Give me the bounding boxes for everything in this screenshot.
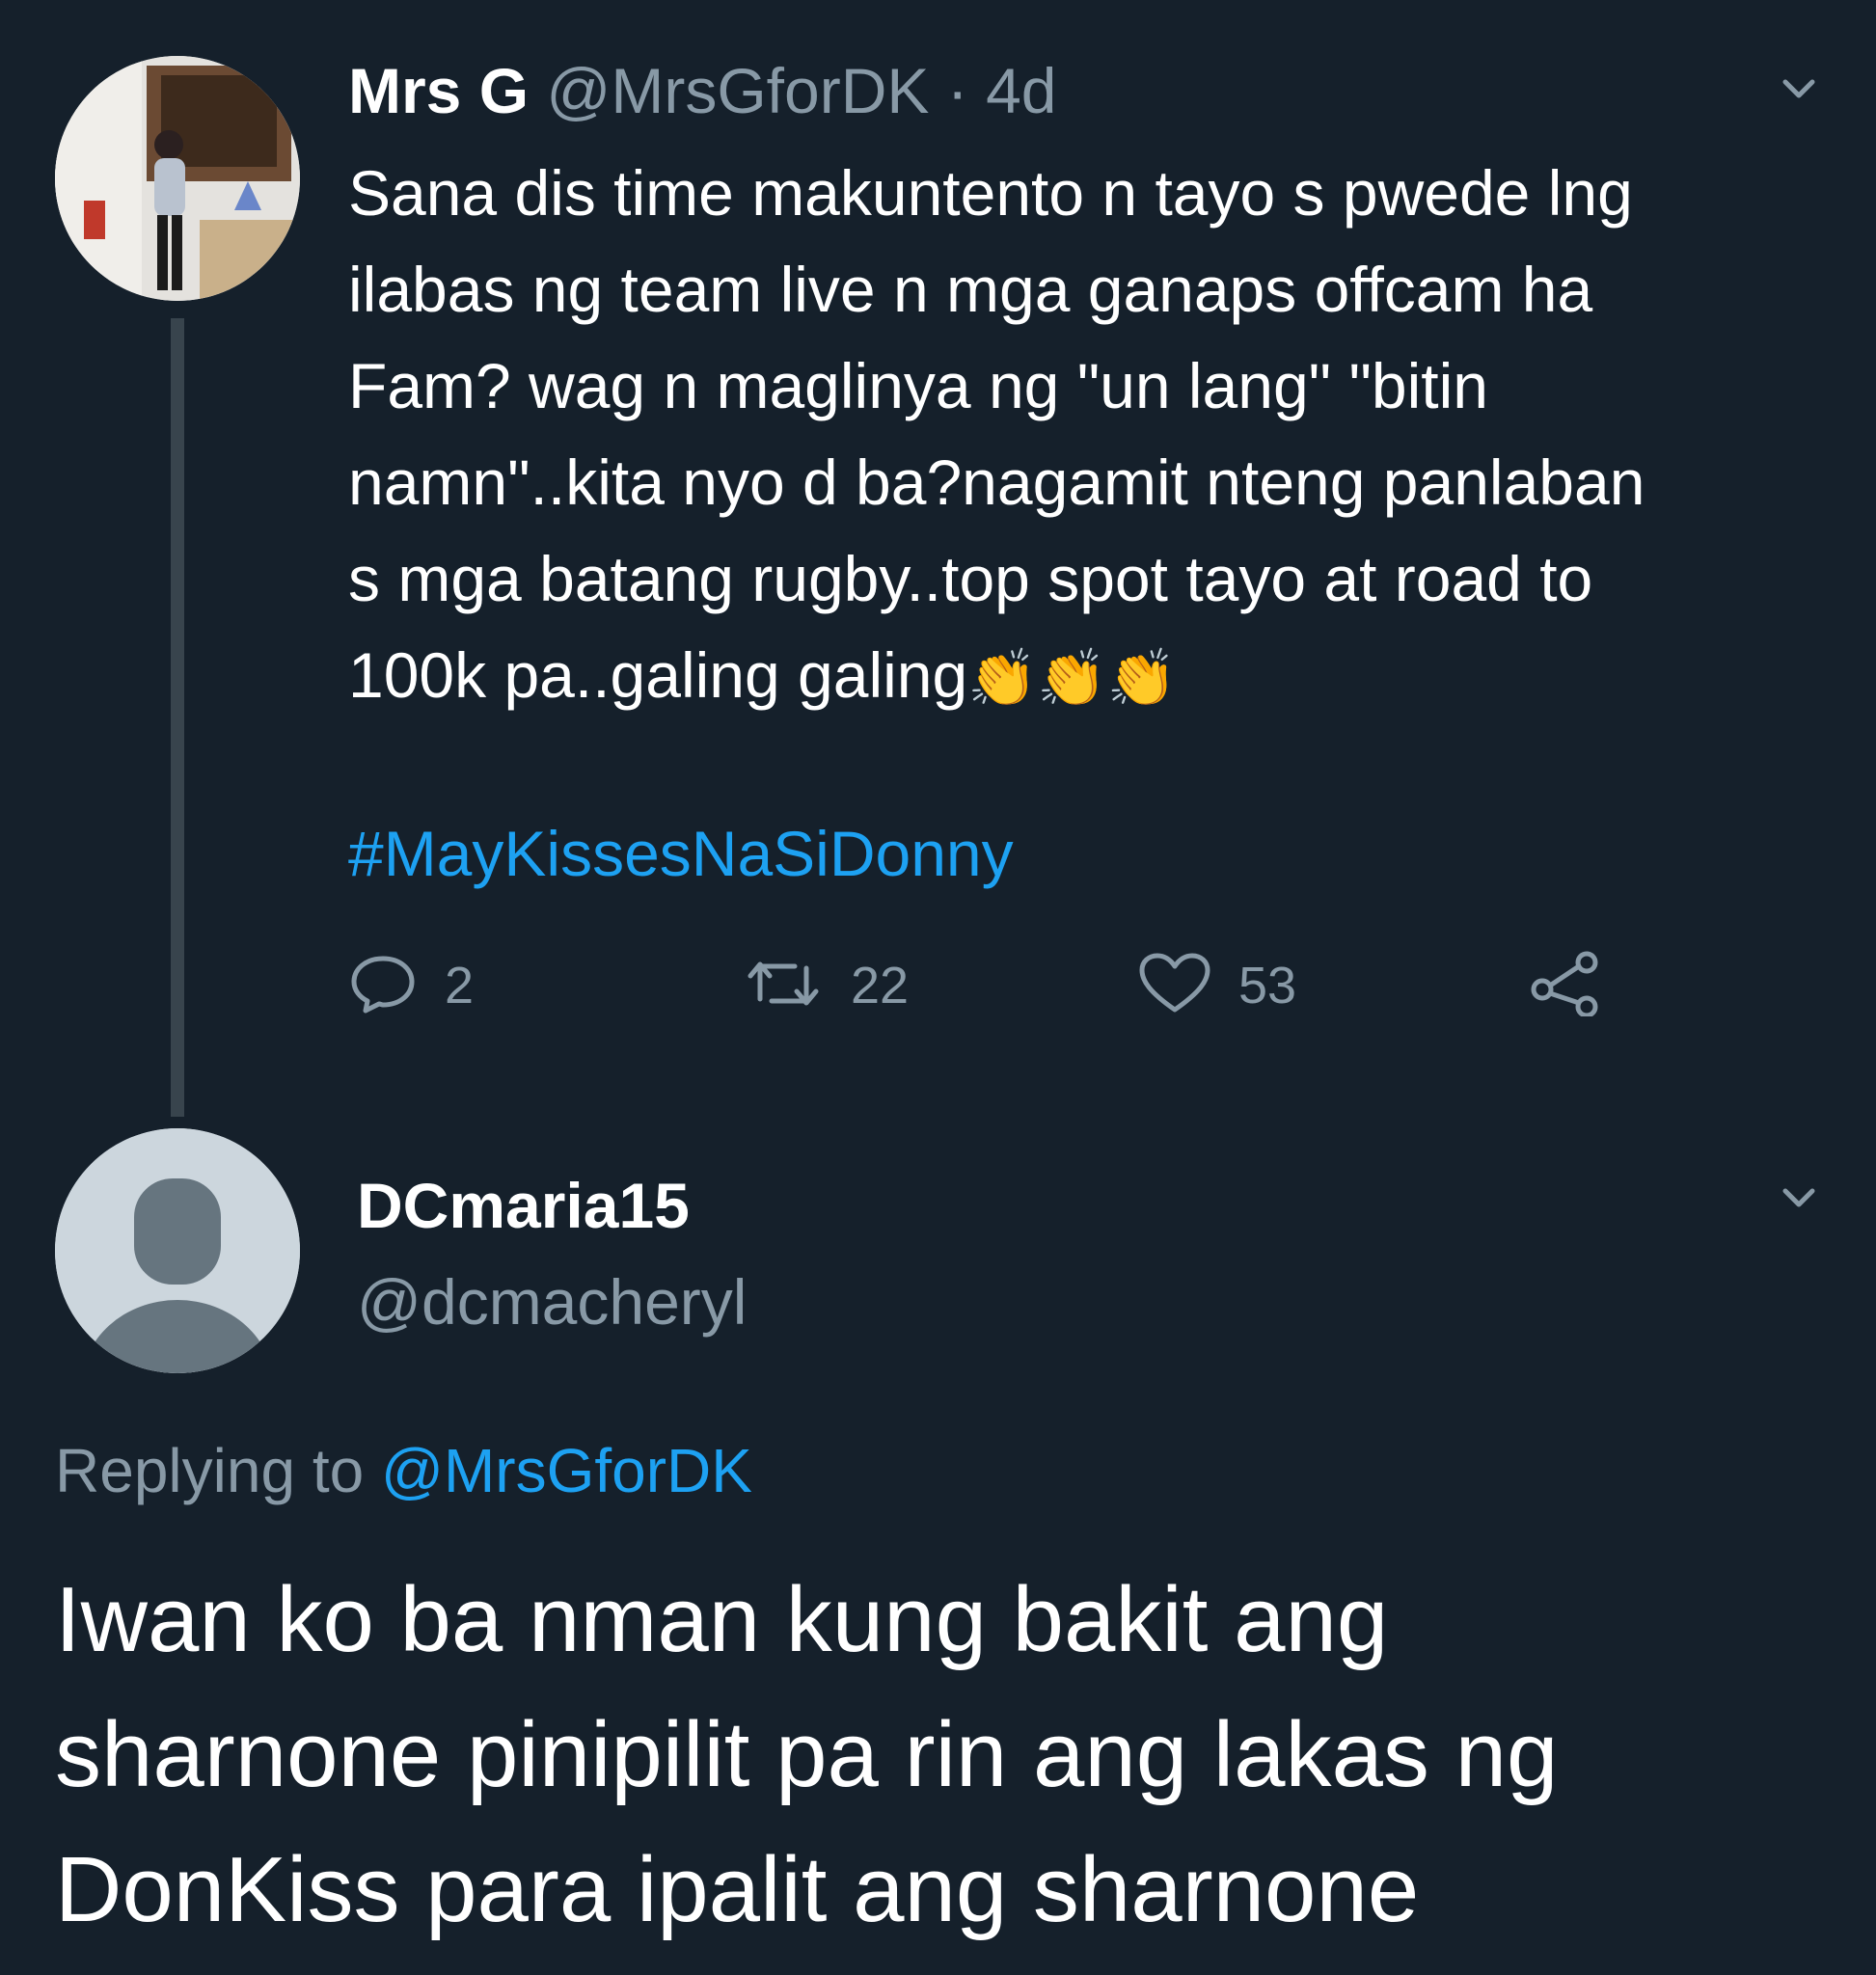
tweet-text-line: 100k pa..galing galing [348, 639, 968, 711]
author-name[interactable]: Mrs G [348, 55, 529, 126]
chevron-down-icon[interactable] [1780, 1178, 1818, 1217]
heart-icon [1138, 952, 1211, 1020]
retweet-button[interactable]: 22 [743, 955, 909, 1016]
tweet-header: Mrs G @MrsGforDK · 4d [348, 52, 1056, 129]
reply-text-line: DonKiss para ipalit ang sharnone [55, 1838, 1420, 1941]
share-button[interactable] [1529, 951, 1602, 1017]
hashtag-link[interactable]: #MayKissesNaSiDonny [348, 805, 1014, 902]
tweet-text-line: Fam? wag n maglinya ng "un lang" "bitin [348, 350, 1488, 421]
tweet-body: Sana dis time makuntento n tayo s pwede … [348, 145, 1853, 727]
reply-body: Iwan ko ba nman kung bakit ang sharnone … [55, 1553, 1849, 1958]
tweet-text-line: s mga batang rugby..top spot tayo at roa… [348, 543, 1593, 614]
author-handle[interactable]: @MrsGforDK [546, 55, 929, 126]
share-icon [1529, 951, 1602, 1021]
tweet-text-line: ilabas ng team live n mga ganaps offcam … [348, 254, 1593, 325]
reply-button[interactable]: 2 [348, 955, 474, 1016]
tweet-text-line: namn"..kita nyo d ba?nagamit nteng panla… [348, 446, 1645, 518]
reply-author-handle[interactable]: @dcmacheryl [357, 1263, 747, 1340]
reply-text-line: sharnone pinipilit pa rin ang lakas ng [55, 1703, 1559, 1806]
like-count: 53 [1238, 957, 1297, 1015]
retweet-count: 22 [851, 957, 910, 1015]
reply-author-name[interactable]: DCmaria15 [357, 1167, 690, 1244]
reply-text-line: Iwan ko ba nman kung bakit ang [55, 1568, 1389, 1671]
retweet-icon [743, 953, 824, 1019]
tweet-text-line: Sana dis time makuntento n tayo s pwede … [348, 157, 1633, 229]
replying-to-handle[interactable]: @MrsGforDK [381, 1436, 752, 1505]
reply-count: 2 [445, 957, 475, 1015]
thread-connector [171, 318, 184, 1117]
chevron-down-icon[interactable] [1780, 69, 1818, 108]
replying-to-line: Replying to @MrsGforDK [55, 1432, 752, 1509]
reply-icon [348, 953, 418, 1019]
separator-dot: · [946, 55, 968, 126]
like-button[interactable]: 53 [1138, 953, 1297, 1016]
clapping-hands-emoji: 👏👏👏 [967, 647, 1177, 710]
tweet-text-last-line: 100k pa..galing galing👏👏👏 [348, 627, 1853, 727]
replying-label: Replying to [55, 1436, 365, 1505]
default-avatar[interactable] [55, 1128, 300, 1373]
author-avatar[interactable] [55, 56, 300, 301]
tweet-timestamp[interactable]: 4d [986, 55, 1056, 126]
